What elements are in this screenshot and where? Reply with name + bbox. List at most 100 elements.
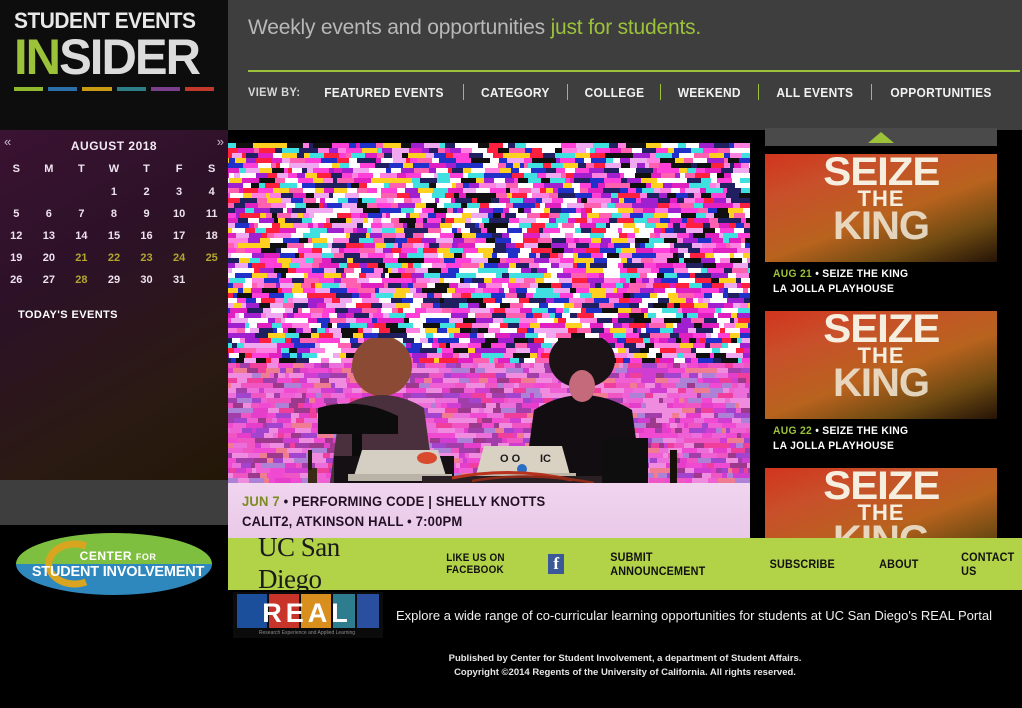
calendar-day-8[interactable]: 8 bbox=[98, 203, 131, 225]
real-banner-message: Explore a wide range of co-curricular le… bbox=[396, 608, 992, 623]
logo-bar-0 bbox=[14, 86, 44, 91]
caption-separator: • bbox=[279, 493, 293, 509]
calendar-day-22[interactable]: 22 bbox=[98, 247, 131, 269]
calendar-day-25[interactable]: 25 bbox=[195, 247, 228, 269]
calendar-day-26[interactable]: 26 bbox=[0, 269, 33, 291]
calendar-day-31[interactable]: 31 bbox=[163, 269, 196, 291]
calendar-week-row: 5 6 7 8 9 10 11 bbox=[0, 203, 228, 225]
calendar-day-2[interactable]: 2 bbox=[130, 181, 163, 203]
real-portal-banner[interactable]: REAL Research Experience and Applied Lea… bbox=[228, 590, 1022, 650]
nav-item-opportunities[interactable]: OPPORTUNITIES bbox=[877, 85, 1004, 100]
calendar-day-20[interactable]: 20 bbox=[33, 247, 66, 269]
calendar-weekday-0: S bbox=[12, 163, 20, 175]
caption-line-1: JUN 7 • PERFORMING CODE | SHELLY KNOTTS bbox=[242, 493, 714, 509]
nav-item-weekend[interactable]: WEEKEND bbox=[665, 85, 754, 100]
footer-link-submit-announcement[interactable]: SUBMIT ANNOUNCEMENT bbox=[610, 550, 722, 578]
rail-scroll-up-button[interactable] bbox=[765, 128, 997, 146]
nav-item-featured-events[interactable]: FEATURED EVENTS bbox=[311, 85, 456, 100]
main-navigation: VIEW BY: FEATURED EVENTS CATEGORY COLLEGE W… bbox=[248, 84, 1010, 100]
calendar-day-30[interactable]: 30 bbox=[130, 269, 163, 291]
caption-title: PERFORMING CODE | SHELLY KNOTTS bbox=[292, 493, 546, 509]
facebook-link[interactable]: LIKE US ON FACEBOOK f bbox=[441, 552, 565, 576]
nav-item-category[interactable]: CATEGORY bbox=[468, 85, 562, 100]
calendar-day-3[interactable]: 3 bbox=[163, 181, 196, 203]
calendar-day-19[interactable]: 19 bbox=[0, 247, 33, 269]
calendar-weekday-1: M bbox=[44, 163, 54, 175]
nav-item-college[interactable]: COLLEGE bbox=[571, 85, 657, 100]
calendar-day-11[interactable]: 11 bbox=[195, 203, 228, 225]
calendar-day-4[interactable]: 4 bbox=[195, 181, 228, 203]
calendar-prev-icon[interactable]: « bbox=[4, 134, 11, 149]
calendar-day-14[interactable]: 14 bbox=[65, 225, 98, 247]
calendar-day-21[interactable]: 21 bbox=[65, 247, 98, 269]
view-by-label: VIEW BY: bbox=[248, 85, 301, 99]
logo-bar-1 bbox=[48, 86, 78, 91]
rail-event-card[interactable]: SEIZE THE KING AUG 22 • SEIZE THE KING LA JO… bbox=[765, 311, 997, 460]
footer-link-contact-us[interactable]: CONTACT US bbox=[962, 550, 1019, 578]
calendar-day-28[interactable]: 28 bbox=[65, 269, 98, 291]
header-tagline: Weekly events and opportunities just for… bbox=[228, 0, 1022, 40]
calendar-weekday-3: W bbox=[108, 163, 120, 175]
real-logo-icon: REAL Research Experience and Applied Lea… bbox=[233, 592, 383, 638]
calendar-day-29[interactable]: 29 bbox=[98, 269, 131, 291]
nav-item-all-events[interactable]: ALL EVENTS bbox=[764, 85, 867, 100]
poster-text: SEIZETHEKING bbox=[765, 154, 997, 262]
calendar-day-5[interactable]: 5 bbox=[0, 203, 33, 225]
footer-link-subscribe[interactable]: SUBSCRIBE bbox=[770, 557, 835, 571]
footer-filler bbox=[228, 680, 1022, 708]
calendar-day-6[interactable]: 6 bbox=[33, 203, 66, 225]
site-logo[interactable]: STUDENT EVENTS INSIDER bbox=[0, 0, 228, 130]
rail-event-card[interactable]: SEIZE THE KING AUG 21 • SEIZE THE KING LA JO… bbox=[765, 154, 997, 303]
calendar-day-18[interactable]: 18 bbox=[195, 225, 228, 247]
nav-separator bbox=[758, 84, 760, 100]
svg-text:STUDENT INVOLVEMENT: STUDENT INVOLVEMENT bbox=[32, 564, 205, 580]
rail-card-date: AUG 22 bbox=[773, 425, 813, 437]
rail-card-poster: SEIZETHEKING bbox=[765, 154, 997, 262]
logo-bar-5 bbox=[184, 86, 215, 91]
rail-card-title: • SEIZE THE KING bbox=[812, 425, 909, 437]
calendar-day-empty bbox=[33, 181, 66, 203]
site-header: Weekly events and opportunities just for… bbox=[228, 0, 1022, 130]
calendar-weekday-2: T bbox=[78, 163, 85, 175]
calendar-day-1[interactable]: 1 bbox=[98, 181, 131, 203]
real-logo-subtitle: Research Experience and Applied Learning bbox=[259, 630, 355, 636]
calendar-next-icon[interactable]: » bbox=[217, 134, 224, 149]
calendar-month-title: AUGUST 2018 bbox=[70, 139, 158, 153]
calendar-day-13[interactable]: 13 bbox=[33, 225, 66, 247]
copyright-line-2: Copyright ©2014 Regents of the Universit… bbox=[454, 667, 796, 679]
rail-card-title: • SEIZE THE KING bbox=[812, 268, 909, 280]
tagline-plain: Weekly events and opportunities bbox=[248, 16, 551, 39]
calendar-day-16[interactable]: 16 bbox=[130, 225, 163, 247]
calendar-week-row: 19 20 21 22 23 24 25 bbox=[0, 247, 228, 269]
calendar-grid: SMTWTFS 1 2 3 4 5 6 7 8 9 10 11 12 13 14 15 16 17 18 19 20 2… bbox=[0, 158, 228, 291]
featured-event[interactable]: O O IC JUN 7 • PERFORMING CODE | SHELLY … bbox=[222, 143, 750, 538]
calendar-widget: « AUGUST 2018 » SMTWTFS 1 2 3 4 5 6 7 8 9 10 11 12 1… bbox=[0, 130, 228, 480]
calendar-day-9[interactable]: 9 bbox=[130, 203, 163, 225]
center-for-student-involvement-logo[interactable]: CENTER FOR STUDENT INVOLVEMENT bbox=[14, 530, 214, 598]
ucsd-logo[interactable]: UC San Diego bbox=[258, 532, 379, 596]
calendar-day-7[interactable]: 7 bbox=[65, 203, 98, 225]
poster-l1: SEIZE bbox=[822, 468, 940, 508]
calendar-day-23[interactable]: 23 bbox=[130, 247, 163, 269]
calendar-header: « AUGUST 2018 » bbox=[0, 130, 228, 158]
events-rail: SEIZE THE KING AUG 21 • SEIZE THE KING LA JO… bbox=[765, 128, 1010, 576]
calendar-day-10[interactable]: 10 bbox=[163, 203, 196, 225]
calendar-day-12[interactable]: 12 bbox=[0, 225, 33, 247]
facebook-label: LIKE US ON FACEBOOK bbox=[445, 552, 505, 576]
nav-separator bbox=[566, 84, 568, 100]
logo-sider: SIDER bbox=[59, 29, 201, 85]
calendar-day-17[interactable]: 17 bbox=[163, 225, 196, 247]
calendar-day-15[interactable]: 15 bbox=[98, 225, 131, 247]
rail-card-venue: LA JOLLA PLAYHOUSE bbox=[773, 440, 895, 452]
nav-separator bbox=[462, 84, 464, 100]
calendar-day-27[interactable]: 27 bbox=[33, 269, 66, 291]
nav-separator bbox=[660, 84, 662, 100]
left-sidebar: STUDENT EVENTS INSIDER « AUGUST 2018 » S… bbox=[0, 0, 228, 708]
todays-events-link[interactable]: TODAY'S EVENTS bbox=[0, 309, 228, 321]
calendar-weekday-row: SMTWTFS bbox=[0, 158, 228, 181]
calendar-day-empty bbox=[65, 181, 98, 203]
calendar-day-24[interactable]: 24 bbox=[163, 247, 196, 269]
logo-line-insider: INSIDER bbox=[14, 32, 210, 82]
calendar-day-empty bbox=[195, 269, 228, 291]
footer-link-about[interactable]: ABOUT bbox=[879, 557, 918, 571]
